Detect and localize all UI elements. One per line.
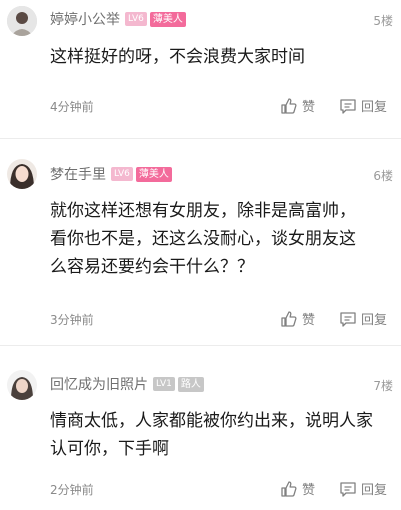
username[interactable]: 回忆成为旧照片 [50,374,148,394]
reply-label: 回复 [361,483,388,498]
username[interactable]: 梦在手里 [50,164,106,184]
avatar-image [7,6,37,36]
user-info: 梦在手里 LV6 薄美人 [50,165,172,183]
thumbs-up-icon [281,310,297,327]
comment-text: 这样挺好的呀，不会浪费大家时间 [50,47,305,67]
avatar-image [7,370,37,400]
comment-item: 回忆成为旧照片 LV1 路人 7楼 情商太低，人家都能被你约出来，说明人家认可你… [0,346,401,510]
level-badge: LV6 [125,12,147,26]
like-label: 赞 [302,313,316,328]
user-info: 回忆成为旧照片 LV1 路人 [50,375,204,393]
reply-button[interactable]: 回复 [339,309,387,328]
title-badge: 薄美人 [149,11,186,27]
title-badge: 路人 [177,376,204,392]
comment-text: 就你这样还想有女朋友，除非是高富帅，看你也不是，还这么没耐心，谈女朋友这么容易还… [50,201,356,277]
reply-button[interactable]: 回复 [339,96,387,115]
reply-label: 回复 [361,313,388,328]
comment-item: 婷婷小公举 LV6 薄美人 5楼 这样挺好的呀，不会浪费大家时间 4分钟前 赞 … [0,0,401,138]
like-button[interactable]: 赞 [280,309,315,328]
comment-icon [340,481,356,497]
comment-item: 梦在手里 LV6 薄美人 6楼 就你这样还想有女朋友，除非是高富帅，看你也不是，… [0,139,401,345]
username[interactable]: 婷婷小公举 [50,9,120,29]
thumbs-up-icon [281,480,297,497]
reply-label: 回复 [361,100,388,115]
reply-button[interactable]: 回复 [339,479,387,498]
comment-time: 2分钟前 [50,483,94,497]
level-badge: LV1 [153,377,175,391]
title-badge: 薄美人 [135,166,172,182]
user-info: 婷婷小公举 LV6 薄美人 [50,10,186,28]
like-button[interactable]: 赞 [280,479,315,498]
like-label: 赞 [302,483,316,498]
floor-number: 5楼 [373,14,393,28]
comment-text: 情商太低，人家都能被你约出来，说明人家认可你，下手啊 [50,411,373,459]
level-badge: LV6 [111,167,133,181]
floor-number: 7楼 [373,379,393,393]
comment-icon [340,311,356,327]
floor-number: 6楼 [373,169,393,183]
like-button[interactable]: 赞 [280,96,315,115]
avatar[interactable] [7,159,37,189]
avatar-image [7,159,37,189]
avatar[interactable] [7,370,37,400]
comment-time: 4分钟前 [50,100,94,114]
comment-icon [340,98,356,114]
avatar[interactable] [7,6,37,36]
thumbs-up-icon [281,97,297,114]
comment-time: 3分钟前 [50,313,94,327]
like-label: 赞 [302,100,316,115]
